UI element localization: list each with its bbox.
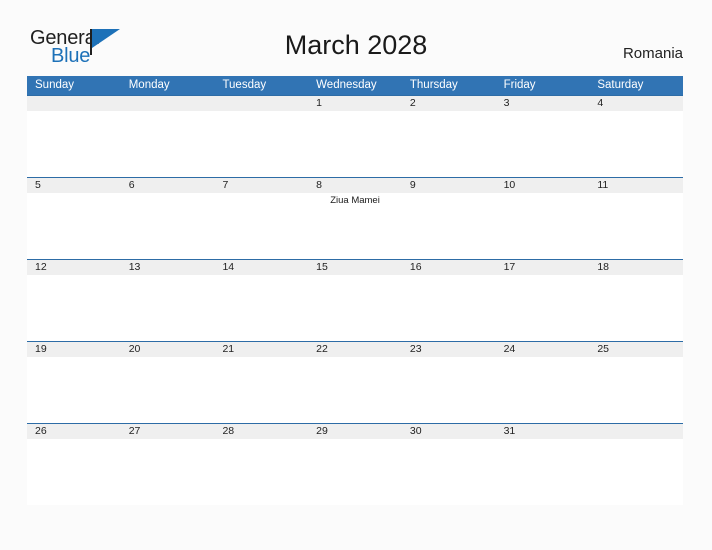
day-number[interactable]: 7: [214, 178, 308, 193]
day-number[interactable]: 5: [27, 178, 121, 193]
calendar-grid: Sunday Monday Tuesday Wednesday Thursday…: [27, 76, 683, 505]
day-cell[interactable]: [308, 357, 402, 423]
day-cell[interactable]: [496, 275, 590, 341]
day-number[interactable]: 10: [496, 178, 590, 193]
week-row: 26 27 28 29 30 31: [27, 423, 683, 505]
day-cell[interactable]: [121, 357, 215, 423]
day-number[interactable]: 1: [308, 96, 402, 111]
day-number[interactable]: [214, 96, 308, 111]
day-cell[interactable]: [214, 439, 308, 505]
day-number[interactable]: 22: [308, 342, 402, 357]
day-cell[interactable]: [214, 111, 308, 177]
day-number[interactable]: 3: [496, 96, 590, 111]
day-cell[interactable]: [308, 111, 402, 177]
day-number[interactable]: 20: [121, 342, 215, 357]
day-number[interactable]: 12: [27, 260, 121, 275]
day-cell[interactable]: [308, 439, 402, 505]
day-number[interactable]: [589, 424, 683, 439]
weekday-tuesday: Tuesday: [222, 79, 267, 91]
day-number[interactable]: 6: [121, 178, 215, 193]
day-cell[interactable]: [402, 439, 496, 505]
week-date-band: 26 27 28 29 30 31: [27, 423, 683, 439]
day-cell[interactable]: [402, 193, 496, 259]
day-cell[interactable]: [308, 275, 402, 341]
page-title: March 2028: [284, 30, 428, 60]
weekday-sunday: Sunday: [35, 79, 75, 91]
weekday-wednesday: Wednesday: [316, 79, 377, 91]
weekday-thursday: Thursday: [409, 79, 458, 91]
page-header: General Blue March 2028 Romania: [0, 0, 712, 76]
day-cell[interactable]: [27, 439, 121, 505]
day-cell[interactable]: [214, 357, 308, 423]
day-cell[interactable]: [496, 357, 590, 423]
day-number[interactable]: 28: [214, 424, 308, 439]
week-row: 1 2 3 4: [27, 95, 683, 177]
day-cell[interactable]: [27, 275, 121, 341]
day-cell[interactable]: Ziua Mamei: [308, 193, 402, 259]
day-cell[interactable]: [589, 357, 683, 423]
region-label: Romania: [622, 45, 683, 62]
day-number[interactable]: 26: [27, 424, 121, 439]
day-cell[interactable]: [121, 111, 215, 177]
weekday-saturday: Saturday: [597, 79, 644, 91]
week-row: 5 6 7 8 9 10 11 Ziua Mamei: [27, 177, 683, 259]
day-number[interactable]: 11: [589, 178, 683, 193]
day-number[interactable]: 18: [589, 260, 683, 275]
day-number[interactable]: 14: [214, 260, 308, 275]
day-cell[interactable]: [402, 357, 496, 423]
day-number[interactable]: 8: [308, 178, 402, 193]
day-event-label: Ziua Mamei: [330, 195, 380, 206]
day-number[interactable]: 16: [402, 260, 496, 275]
day-cell[interactable]: [27, 111, 121, 177]
day-number[interactable]: [121, 96, 215, 111]
day-number[interactable]: 23: [402, 342, 496, 357]
day-cell[interactable]: [121, 275, 215, 341]
day-cell[interactable]: [402, 275, 496, 341]
week-event-band: [27, 111, 683, 177]
week-row: 19 20 21 22 23 24 25: [27, 341, 683, 423]
day-number[interactable]: 29: [308, 424, 402, 439]
day-cell[interactable]: [121, 439, 215, 505]
week-event-band: Ziua Mamei: [27, 193, 683, 259]
day-cell[interactable]: [589, 275, 683, 341]
day-number[interactable]: 9: [402, 178, 496, 193]
day-number[interactable]: 31: [496, 424, 590, 439]
calendar-page: General Blue March 2028 Romania Sunday M…: [0, 0, 712, 550]
week-event-band: [27, 357, 683, 423]
day-cell[interactable]: [589, 439, 683, 505]
week-date-band: 19 20 21 22 23 24 25: [27, 341, 683, 357]
day-number[interactable]: 15: [308, 260, 402, 275]
day-number[interactable]: 25: [589, 342, 683, 357]
day-cell[interactable]: [589, 193, 683, 259]
day-number[interactable]: 24: [496, 342, 590, 357]
week-date-band: 1 2 3 4: [27, 95, 683, 111]
day-cell[interactable]: [589, 111, 683, 177]
day-cell[interactable]: [27, 357, 121, 423]
day-cell[interactable]: [402, 111, 496, 177]
day-cell[interactable]: [27, 193, 121, 259]
weekday-friday: Friday: [503, 79, 536, 91]
week-row: 12 13 14 15 16 17 18: [27, 259, 683, 341]
day-number[interactable]: 19: [27, 342, 121, 357]
day-number[interactable]: 30: [402, 424, 496, 439]
week-event-band: [27, 275, 683, 341]
week-date-band: 5 6 7 8 9 10 11: [27, 177, 683, 193]
day-cell[interactable]: [496, 111, 590, 177]
day-cell[interactable]: [214, 193, 308, 259]
day-number[interactable]: 17: [496, 260, 590, 275]
weekday-monday: Monday: [128, 79, 170, 91]
weekday-header-row: Sunday Monday Tuesday Wednesday Thursday…: [27, 76, 683, 95]
week-date-band: 12 13 14 15 16 17 18: [27, 259, 683, 275]
day-cell[interactable]: [214, 275, 308, 341]
day-cell[interactable]: [121, 193, 215, 259]
day-number[interactable]: 2: [402, 96, 496, 111]
day-number[interactable]: 4: [589, 96, 683, 111]
day-number[interactable]: 13: [121, 260, 215, 275]
day-number[interactable]: 21: [214, 342, 308, 357]
day-number[interactable]: [27, 96, 121, 111]
day-cell[interactable]: [496, 439, 590, 505]
week-event-band: [27, 439, 683, 505]
day-cell[interactable]: [496, 193, 590, 259]
day-number[interactable]: 27: [121, 424, 215, 439]
